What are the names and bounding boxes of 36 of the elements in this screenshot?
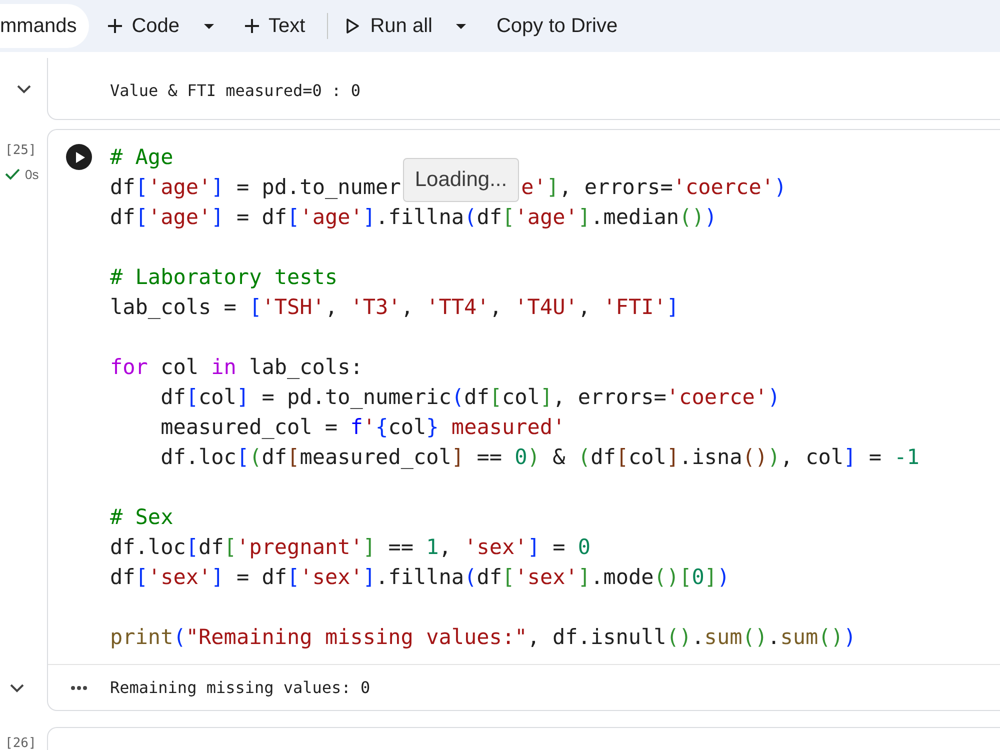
toolbar-button[interactable]: Copy to Drive [492, 6, 622, 46]
toolbar-button[interactable]: Run all [342, 6, 436, 46]
code-line: df.loc[df['pregnant'] == 1, 'sex'] = 0 [110, 534, 591, 561]
chevron-down-icon [16, 84, 30, 94]
caret-icon [456, 24, 466, 28]
code-line: for col in lab_cols: [110, 354, 363, 381]
toolbar-button[interactable]: mmands [0, 4, 89, 48]
code-line: measured_col = f'{col} measured' [160, 414, 566, 441]
code-line: df['age'] = pd.to_numer [110, 174, 401, 201]
toolbar-button[interactable]: Text [240, 6, 310, 46]
code-line: print("Remaining missing values:", df.isnull().sum().sum()) [110, 624, 856, 651]
plus-icon [106, 18, 123, 34]
code-line: df[col] = pd.to_numeric(df[col], errors='coerce') [160, 384, 780, 411]
more-icon [71, 686, 87, 690]
play-icon [346, 18, 360, 34]
execution-count: [26] [5, 736, 36, 750]
plus-icon [244, 18, 260, 34]
code-line: # Age [110, 144, 174, 171]
chevron-down-icon [10, 684, 24, 692]
toolbar-button[interactable]: Code [102, 6, 184, 46]
code-line: df['sex'] = df['sex'].fillna(df['sex'].mode()[0]) [110, 564, 730, 591]
output-text: Value & FTI measured=0 : 0 [110, 80, 360, 102]
code-line: df['age'] = df['age'].fillna(df['age'].median()) [110, 204, 718, 231]
run-button[interactable] [66, 144, 92, 170]
code-line: lab_cols = ['TSH', 'T3', 'TT4', 'T4U', 'FTI'] [110, 294, 680, 321]
code-line: e'], errors='coerce') [521, 174, 787, 201]
check-icon [5, 168, 20, 180]
code-line: df.loc[(df[measured_col] == 0) & (df[col].isna()), col] = -1 [160, 444, 920, 471]
caret-icon [204, 24, 214, 28]
execution-count: [25] [5, 142, 36, 160]
play-icon [76, 152, 84, 162]
code-line: # Laboratory tests [110, 264, 338, 291]
output-text: Remaining missing values: 0 [110, 676, 370, 698]
code-line: # Sex [110, 504, 174, 531]
run-time: 0s [25, 166, 39, 184]
loading-tooltip: Loading... [402, 158, 520, 202]
